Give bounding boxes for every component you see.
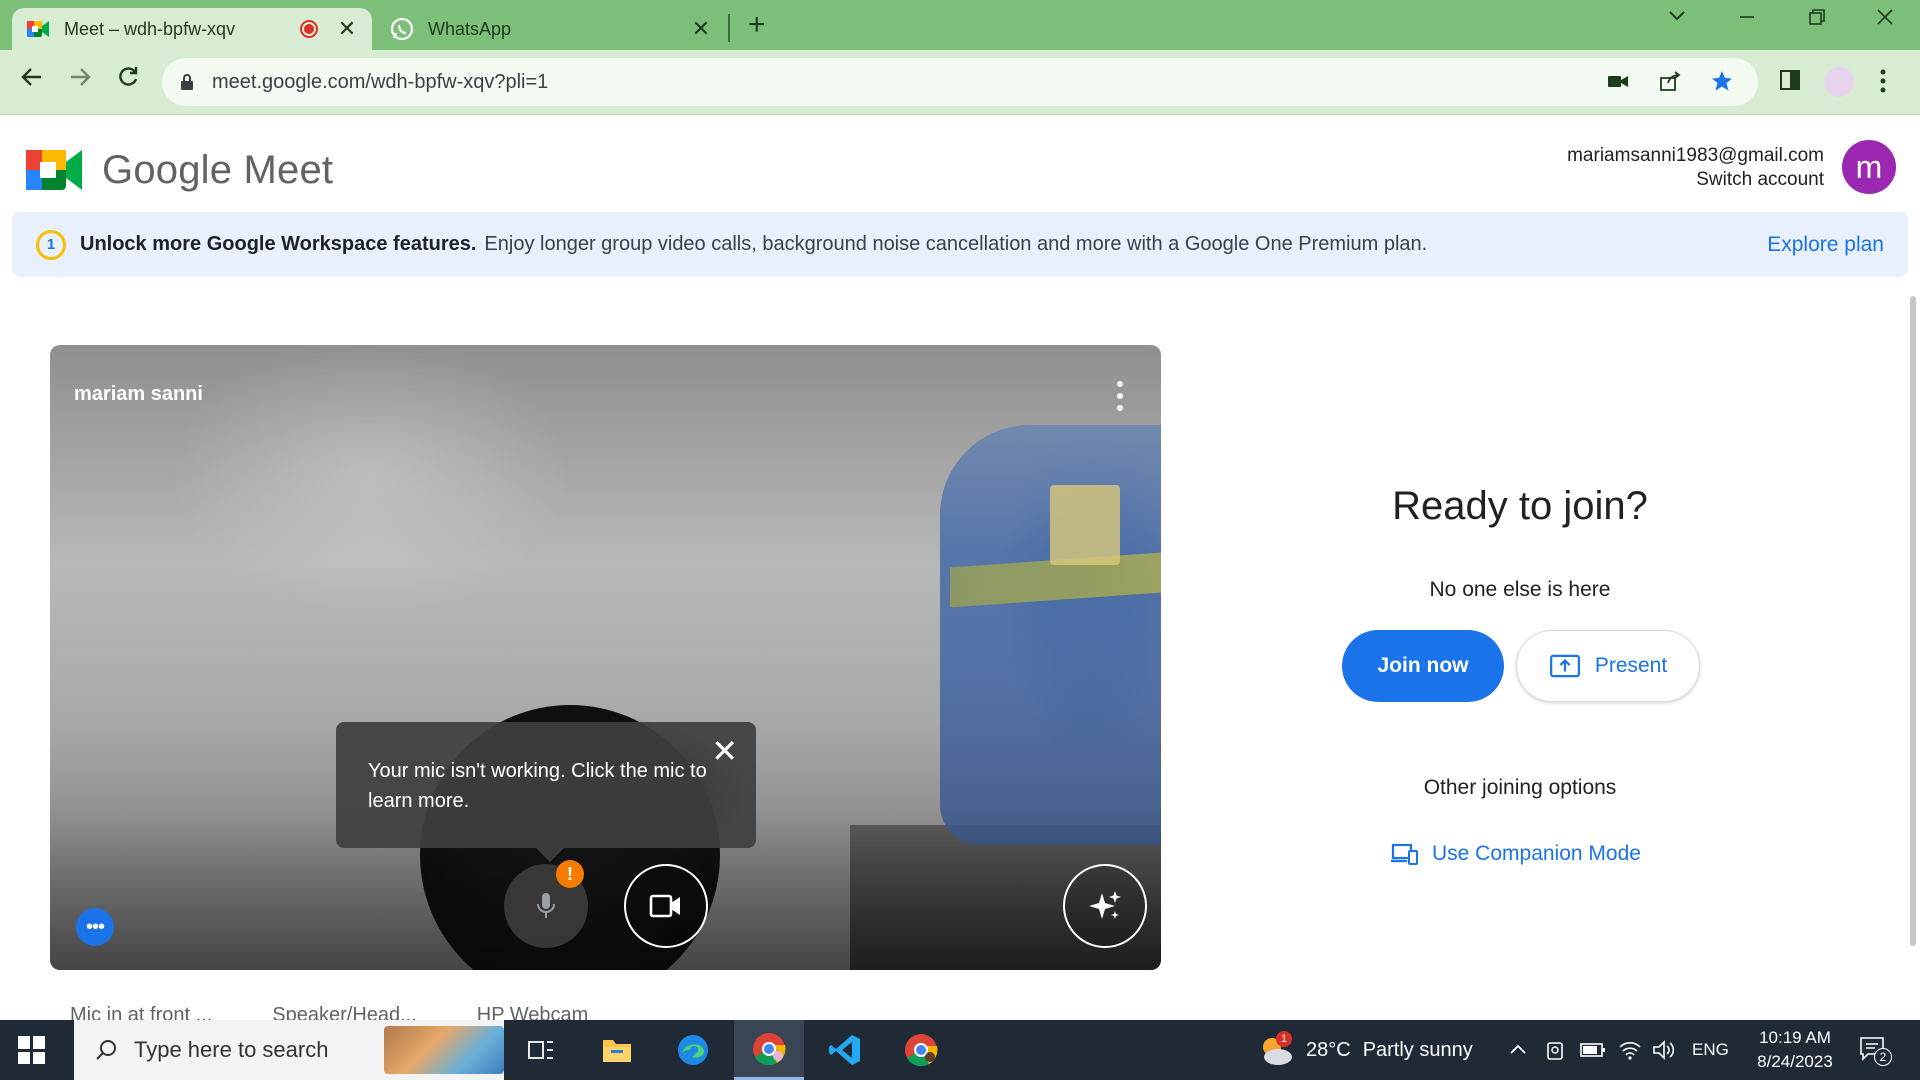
weather-widget[interactable]: 1 28°C Partly sunny: [1256, 1020, 1473, 1080]
self-view-name: mariam sanni: [74, 383, 203, 405]
volume-icon[interactable]: [1652, 1020, 1676, 1080]
mic-warning-tooltip: Your mic isn't working. Click the mic to…: [336, 722, 756, 848]
profile-avatar[interactable]: [1824, 67, 1854, 102]
mic-warning-icon: !: [556, 860, 584, 888]
present-button[interactable]: Present: [1516, 630, 1700, 702]
close-window-icon[interactable]: [1874, 6, 1896, 34]
sparkle-icon: [1089, 891, 1121, 919]
weather-desc: Partly sunny: [1362, 1038, 1473, 1061]
clock-time: 10:19 AM: [1759, 1028, 1831, 1047]
taskbar-search-box[interactable]: Type here to search: [74, 1020, 504, 1080]
minimize-icon[interactable]: [1736, 6, 1758, 34]
tooltip-text: Your mic isn't working. Click the mic to…: [368, 760, 707, 812]
present-label: Present: [1594, 654, 1668, 677]
background-object-label: [1050, 485, 1120, 565]
join-now-button[interactable]: Join now: [1342, 630, 1504, 702]
bookmark-star-icon[interactable]: [1710, 69, 1734, 93]
chrome-menu-icon[interactable]: [1878, 68, 1888, 99]
camera-in-use-icon[interactable]: [1606, 69, 1630, 93]
page-scrollbar[interactable]: [1910, 296, 1916, 946]
address-bar[interactable]: meet.google.com/wdh-bpfw-xqv?pli=1: [162, 58, 1758, 106]
browser-toolbar: meet.google.com/wdh-bpfw-xqv?pli=1: [0, 50, 1920, 115]
tab-meet[interactable]: Meet – wdh-bpfw-xqv ✕: [12, 8, 372, 50]
partly-sunny-icon: 1: [1256, 1031, 1294, 1067]
google-meet-favicon-icon: [27, 21, 49, 37]
file-explorer-icon[interactable]: [582, 1020, 652, 1080]
chrome-profile-taskbar-icon[interactable]: [886, 1020, 956, 1080]
wifi-icon[interactable]: [1618, 1020, 1642, 1080]
url-text: meet.google.com/wdh-bpfw-xqv?pli=1: [212, 70, 549, 93]
banner-headline: Unlock more Google Workspace features.: [80, 233, 477, 255]
task-view-icon[interactable]: [506, 1020, 576, 1080]
account-info: mariamsanni1983@gmail.com Switch account: [1567, 144, 1824, 192]
camera-button[interactable]: [624, 864, 708, 948]
new-tab-icon[interactable]: +: [748, 8, 766, 42]
show-hidden-icons[interactable]: [1508, 1020, 1528, 1080]
switch-account-link[interactable]: Switch account: [1567, 168, 1824, 192]
weather-temp: 28°C: [1306, 1038, 1351, 1061]
upgrade-banner: 1 Unlock more Google Workspace features.…: [12, 212, 1908, 277]
lock-icon: [181, 74, 193, 90]
tab-search-chevron-icon[interactable]: [1666, 4, 1688, 32]
meet-logo-icon: [26, 150, 82, 190]
windows-taskbar: Type here to search 1 28°C Partly sunny: [0, 1020, 1920, 1080]
notification-count: 2: [1874, 1048, 1892, 1066]
tooltip-arrow: [536, 848, 564, 862]
browser-tab-strip: Meet – wdh-bpfw-xqv ✕ WhatsApp ✕ +: [0, 0, 1920, 50]
meet-now-icon[interactable]: [1544, 1020, 1566, 1080]
tab-title: Meet – wdh-bpfw-xqv: [64, 18, 236, 39]
ready-to-join-title: Ready to join?: [1392, 484, 1648, 528]
close-tab-icon[interactable]: ✕: [336, 16, 358, 42]
chrome-taskbar-icon[interactable]: [734, 1020, 804, 1080]
google-meet-logo[interactable]: Google Meet: [26, 146, 333, 194]
search-highlight-art: [384, 1026, 504, 1074]
tab-title: WhatsApp: [428, 18, 512, 39]
back-icon[interactable]: [14, 64, 50, 97]
share-icon[interactable]: [1658, 69, 1682, 93]
recording-indicator-icon: [300, 20, 318, 38]
other-joining-options: Other joining options: [1423, 776, 1617, 799]
search-icon: [96, 1040, 116, 1060]
weather-alert-badge: 1: [1276, 1031, 1292, 1047]
logo-text: Google Meet: [102, 147, 334, 192]
companion-mode-label: Use Companion Mode: [1432, 842, 1641, 865]
tab-whatsapp[interactable]: WhatsApp ✕: [376, 8, 726, 50]
banner-text: Enjoy longer group video calls, backgrou…: [484, 233, 1428, 255]
battery-icon[interactable]: [1580, 1020, 1606, 1080]
search-placeholder: Type here to search: [134, 1037, 329, 1062]
tab-separator: [728, 14, 730, 42]
explore-plan-link[interactable]: Explore plan: [1767, 233, 1884, 257]
input-language[interactable]: ENG: [1692, 1020, 1729, 1080]
video-preview: mariam sanni ••• ! Your mic isn't workin…: [50, 345, 1161, 970]
more-options-icon[interactable]: [1115, 381, 1125, 411]
forward-icon[interactable]: [62, 64, 98, 97]
restore-icon[interactable]: [1806, 6, 1828, 34]
account-avatar[interactable]: m: [1842, 140, 1896, 194]
reload-icon[interactable]: [110, 64, 146, 97]
clock-date: 8/24/2023: [1757, 1052, 1833, 1071]
windows-start-icon[interactable]: [18, 1036, 46, 1064]
google-one-icon: 1: [36, 229, 66, 260]
account-email: mariamsanni1983@gmail.com: [1567, 145, 1824, 166]
visual-effects-button[interactable]: [1063, 864, 1147, 948]
system-clock[interactable]: 10:19 AM 8/24/2023: [1740, 1026, 1850, 1074]
side-panel-icon[interactable]: [1778, 68, 1802, 97]
vscode-icon[interactable]: [810, 1020, 880, 1080]
notification-center-icon[interactable]: 2: [1858, 1034, 1892, 1066]
companion-mode-link[interactable]: Use Companion Mode: [1390, 842, 1641, 866]
meeting-status: No one else is here: [1429, 578, 1611, 601]
video-camera-icon: [649, 894, 680, 918]
more-actions-button[interactable]: •••: [76, 908, 114, 946]
present-screen-icon: [1549, 654, 1580, 678]
close-tab-icon[interactable]: ✕: [690, 16, 712, 42]
edge-browser-icon[interactable]: [658, 1020, 728, 1080]
companion-devices-icon: [1391, 843, 1418, 865]
microphone-icon: [537, 893, 555, 918]
close-tooltip-icon[interactable]: ✕: [711, 735, 738, 767]
whatsapp-favicon-icon: [390, 17, 414, 41]
